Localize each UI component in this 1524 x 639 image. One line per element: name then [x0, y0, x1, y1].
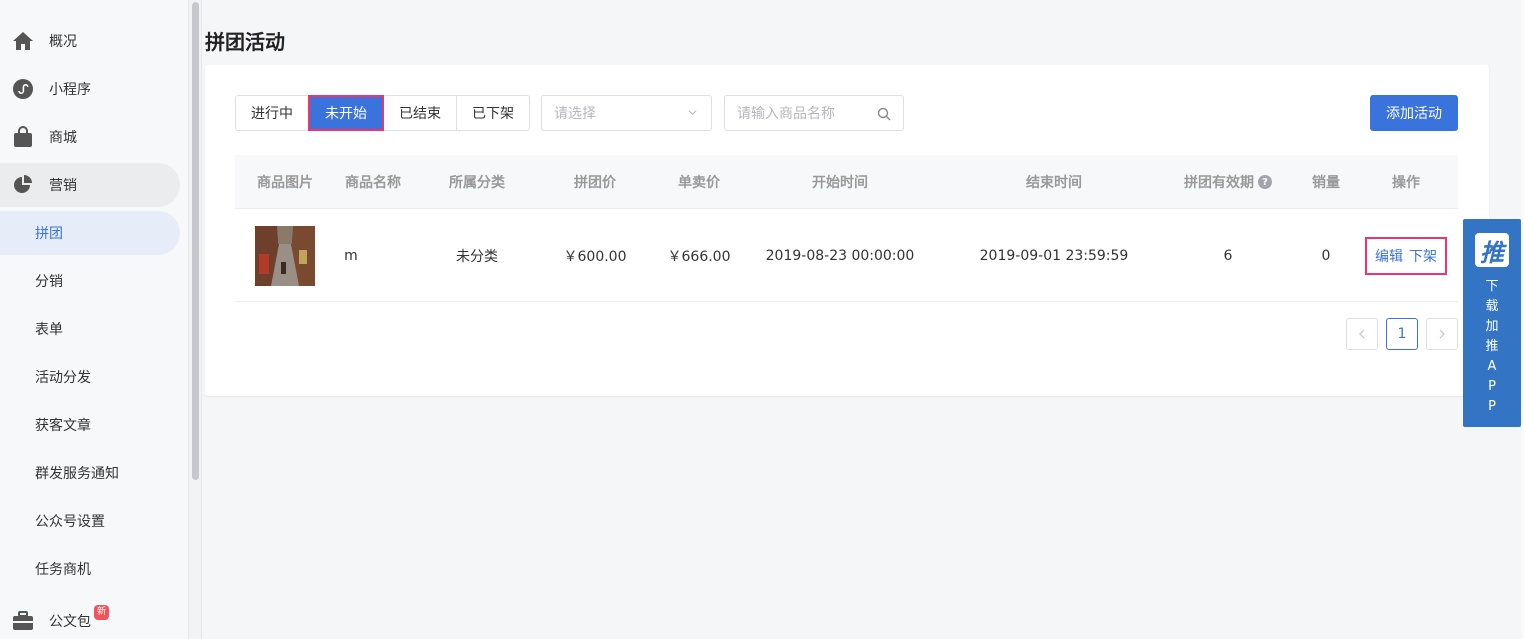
- vertical-char: P: [1488, 399, 1496, 414]
- sidebar-item-label: 营销: [49, 178, 77, 194]
- content-card: 进行中 未开始 已结束 已下架 请选择 添加活动 商品图片 商品名称 所属分类 …: [205, 65, 1489, 396]
- column-header: 所属分类: [449, 175, 505, 191]
- category-select[interactable]: 请选择: [541, 95, 712, 131]
- sidebar-item-label: 任务商机: [35, 562, 91, 578]
- sidebar-item-briefcase[interactable]: 公文包 新: [0, 599, 180, 639]
- end-time: 2019-09-01 23:59:59: [979, 247, 1129, 264]
- chevron-left-icon: [1359, 329, 1365, 339]
- search-icon[interactable]: [877, 107, 891, 121]
- tab-not-started[interactable]: 未开始: [308, 95, 384, 131]
- download-app-float[interactable]: 推 下 载 加 推 A P P: [1463, 219, 1521, 427]
- vertical-char: P: [1488, 379, 1496, 394]
- vertical-char: A: [1487, 359, 1497, 374]
- chevron-down-icon: [688, 110, 697, 116]
- status-tabs: 进行中 未开始 已结束 已下架: [235, 95, 530, 131]
- vertical-char: 载: [1485, 299, 1499, 314]
- column-header: 商品图片: [257, 175, 313, 191]
- sidebar-item-label: 公文包: [49, 614, 91, 630]
- single-price: ￥666.00: [667, 248, 731, 265]
- pie-chart-icon: [12, 174, 34, 196]
- product-name: m: [344, 247, 358, 264]
- page-title: 拼团活动: [205, 30, 285, 54]
- search-box: [724, 95, 904, 131]
- tab-ended[interactable]: 已结束: [383, 95, 457, 131]
- scrollbar-thumb[interactable]: [192, 2, 199, 480]
- briefcase-icon: [12, 610, 34, 632]
- activity-table: 商品图片 商品名称 所属分类 拼团价 单卖价 开始时间 结束时间 拼团有效期 ?…: [235, 155, 1458, 302]
- vertical-char: 加: [1485, 319, 1499, 334]
- column-header: 商品名称: [345, 175, 401, 191]
- sidebar: 概况 小程序 商城 营销 拼团 分销 表单 活动分发 获客文章 群发服务通知 公…: [0, 0, 188, 639]
- sidebar-item-marketing[interactable]: 营销: [0, 163, 180, 207]
- tab-ongoing[interactable]: 进行中: [235, 95, 309, 131]
- table-header: 商品图片 商品名称 所属分类 拼团价 单卖价 开始时间 结束时间 拼团有效期 ?…: [235, 155, 1458, 209]
- sidebar-item-label: 获客文章: [35, 418, 91, 434]
- search-input[interactable]: [737, 104, 877, 124]
- sidebar-item-label: 小程序: [49, 82, 91, 98]
- sidebar-item-overview[interactable]: 概况: [0, 19, 180, 63]
- help-icon[interactable]: ?: [1258, 175, 1272, 189]
- product-image[interactable]: [255, 225, 315, 286]
- column-header: 开始时间: [812, 175, 868, 191]
- pagination: 1: [1346, 318, 1458, 350]
- take-down-link[interactable]: 下架: [1409, 246, 1437, 266]
- chevron-right-icon: [1439, 329, 1445, 339]
- start-time: 2019-08-23 00:00:00: [765, 247, 915, 264]
- new-badge: 新: [94, 605, 109, 620]
- actions-cell: 编辑 下架: [1363, 209, 1449, 302]
- prev-page-button[interactable]: [1346, 318, 1378, 350]
- sidebar-item-mass-notify[interactable]: 群发服务通知: [0, 451, 180, 495]
- column-header: 拼团价: [574, 175, 616, 191]
- column-header: 操作: [1392, 175, 1420, 191]
- sidebar-item-distribution[interactable]: 分销: [0, 259, 180, 303]
- vertical-char: 下: [1485, 279, 1499, 294]
- sidebar-item-miniprogram[interactable]: 小程序: [0, 67, 180, 111]
- miniprogram-icon: [12, 78, 34, 100]
- edit-link[interactable]: 编辑: [1375, 246, 1403, 266]
- sidebar-item-articles[interactable]: 获客文章: [0, 403, 180, 447]
- sidebar-item-mall[interactable]: 商城: [0, 115, 180, 159]
- product-image-cell: [235, 209, 335, 302]
- column-header-validity: 拼团有效期 ?: [1179, 155, 1277, 209]
- row-actions: 编辑 下架: [1365, 236, 1447, 275]
- validity: 6: [1223, 247, 1233, 264]
- add-activity-button[interactable]: 添加活动: [1370, 95, 1458, 131]
- sidebar-item-label: 商城: [49, 130, 77, 146]
- download-app-text: 下 载 加 推 A P P: [1463, 277, 1521, 417]
- column-header: 销量: [1312, 175, 1340, 191]
- sidebar-item-group-buy[interactable]: 拼团: [0, 211, 180, 255]
- next-page-button[interactable]: [1426, 318, 1458, 350]
- sidebar-item-activity-distribution[interactable]: 活动分发: [0, 355, 180, 399]
- sidebar-item-label: 活动分发: [35, 370, 91, 386]
- sidebar-item-label: 分销: [35, 274, 63, 290]
- sidebar-item-official-account[interactable]: 公众号设置: [0, 499, 180, 543]
- table-row: m 未分类 ￥600.00 ￥666.00 2019-08-23 00:00:0…: [235, 209, 1458, 302]
- sidebar-item-task-leads[interactable]: 任务商机: [0, 547, 180, 591]
- home-icon: [12, 30, 34, 52]
- product-category: 未分类: [456, 248, 498, 265]
- vertical-char: 推: [1485, 339, 1499, 354]
- app-logo-icon: 推: [1475, 233, 1509, 267]
- sidebar-item-label: 拼团: [35, 226, 63, 242]
- sidebar-item-forms[interactable]: 表单: [0, 307, 180, 351]
- tab-removed[interactable]: 已下架: [456, 95, 530, 131]
- sidebar-item-label: 群发服务通知: [35, 466, 119, 482]
- page-number-button[interactable]: 1: [1386, 318, 1418, 350]
- select-placeholder: 请选择: [554, 106, 596, 122]
- shopping-bag-icon: [12, 126, 34, 148]
- group-price: ￥600.00: [563, 248, 627, 265]
- column-header-label: 拼团有效期: [1184, 175, 1254, 191]
- sidebar-item-label: 表单: [35, 322, 63, 338]
- sidebar-item-label: 概况: [49, 34, 77, 50]
- column-header: 单卖价: [678, 175, 720, 191]
- column-header: 结束时间: [1026, 175, 1082, 191]
- sales: 0: [1321, 247, 1331, 264]
- sidebar-item-label: 公众号设置: [35, 514, 105, 530]
- sidebar-scrollbar[interactable]: [188, 0, 202, 639]
